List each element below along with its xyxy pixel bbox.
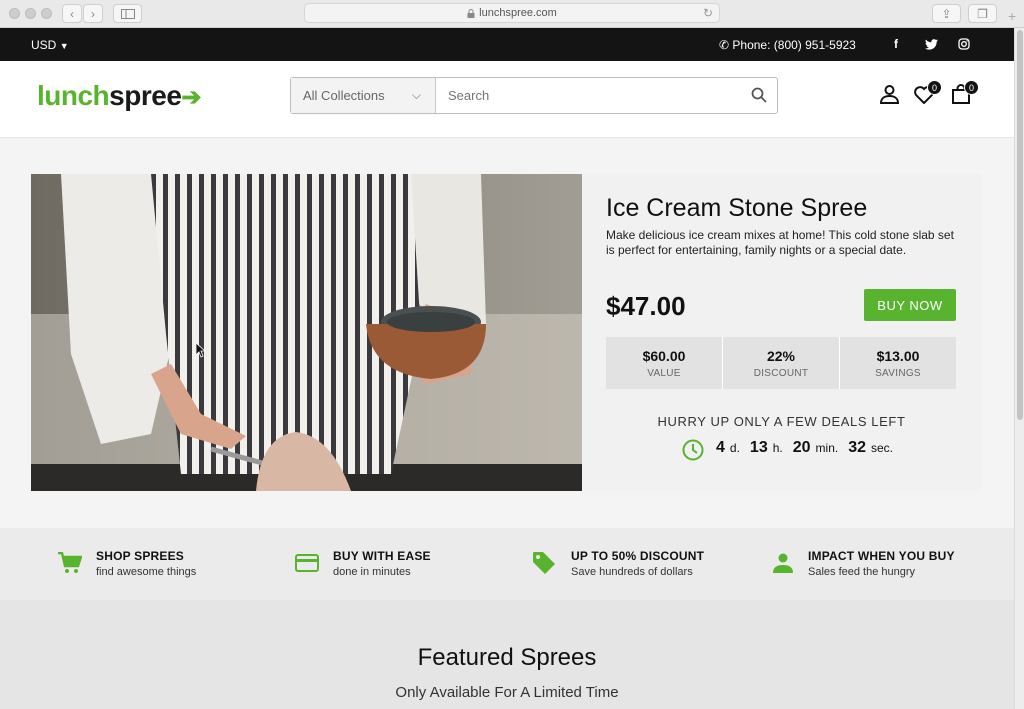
feature-buy-with-ease: BUY WITH EASE done in minutes — [333, 549, 431, 578]
tabs-button[interactable]: ❐ — [968, 4, 997, 23]
top-bar: USD ▼ ✆ Phone: (800) 951-5923 f — [0, 28, 1014, 61]
feature-discount: UP TO 50% DISCOUNT Save hundreds of dolla… — [571, 549, 705, 578]
product-title: Ice Cream Stone Spree — [606, 194, 868, 222]
stat-savings: $13.00 SAVINGS — [875, 348, 921, 379]
share-button[interactable]: ⇪ — [932, 4, 961, 23]
cart-icon — [58, 552, 82, 573]
stat-discount: 22% DISCOUNT — [723, 337, 840, 389]
person-icon — [773, 553, 793, 573]
zoom-window-button[interactable] — [41, 8, 52, 19]
chevron-right-icon: › — [91, 6, 95, 21]
collections-dropdown[interactable]: All Collections ⌵ — [291, 78, 436, 113]
site-logo[interactable]: lunchspree➔ — [37, 80, 201, 112]
feature-shop-sprees: SHOP SPREES find awesome things — [96, 549, 197, 578]
search-bar: All Collections ⌵ — [290, 77, 778, 114]
featured-section: Featured Sprees Only Available For A Lim… — [0, 600, 1014, 709]
product-description: Make delicious ice cream mixes at home! … — [606, 228, 954, 257]
search-input[interactable] — [436, 78, 777, 113]
deal-stats: $60.00 VALUE 22% DISCOUNT $13.00 SAVINGS — [606, 337, 956, 389]
forward-button[interactable]: › — [83, 4, 103, 23]
url-text: lunchspree.com — [479, 7, 557, 19]
new-tab-icon[interactable]: + — [1008, 8, 1016, 24]
clock-icon — [682, 439, 704, 461]
sidebar-icon — [120, 8, 135, 19]
address-bar[interactable]: lunchspree.com ↻ — [304, 3, 720, 23]
facebook-icon[interactable]: f — [894, 37, 898, 51]
twitter-icon[interactable] — [925, 39, 938, 50]
currency-selector[interactable]: USD ▼ — [31, 38, 69, 52]
product-price: $47.00 — [606, 291, 686, 321]
stat-value: $60.00 VALUE — [606, 337, 723, 389]
featured-title: Featured Sprees — [417, 644, 597, 671]
instagram-icon[interactable] — [958, 38, 970, 50]
reload-icon[interactable]: ↻ — [703, 6, 713, 20]
minimize-window-button[interactable] — [25, 8, 36, 19]
credit-card-icon — [295, 554, 319, 572]
product-image — [31, 174, 582, 491]
tag-icon — [533, 552, 555, 574]
mouse-cursor-icon — [196, 343, 206, 358]
buy-now-button[interactable]: BUY NOW — [864, 289, 956, 321]
lock-icon — [467, 8, 475, 18]
cart-count-badge: 0 — [964, 80, 979, 95]
browser-toolbar: ‹ › lunchspree.com ↻ ⇪ ❐ + — [0, 0, 1024, 28]
features-strip: SHOP SPREES find awesome things BUY WITH … — [0, 528, 1014, 600]
chevron-down-icon: ⌵ — [411, 88, 421, 102]
tabs-icon: ❐ — [977, 6, 988, 21]
back-button[interactable]: ‹ — [62, 4, 82, 23]
caret-down-icon: ▼ — [59, 41, 69, 51]
wishlist-count-badge: 0 — [927, 80, 942, 95]
site-header: lunchspree➔ All Collections ⌵ 0 0 — [0, 61, 1014, 138]
arrow-right-icon: ➔ — [181, 84, 201, 111]
phone-link[interactable]: ✆ Phone: (800) 951-5923 — [719, 38, 856, 52]
page-scrollbar[interactable] — [1014, 28, 1024, 709]
account-icon[interactable] — [880, 85, 899, 104]
feature-impact: IMPACT WHEN YOU BUY Sales feed the hungry — [808, 549, 955, 578]
hurry-notice: HURRY UP ONLY A FEW DEALS LEFT — [657, 414, 906, 429]
countdown-timer: 4 d. 13 h. 20 min. 32 sec. — [682, 439, 893, 461]
scrollbar-thumb[interactable] — [1017, 30, 1023, 420]
sidebar-toggle-button[interactable] — [113, 4, 142, 23]
product-panel: Ice Cream Stone Spree Make delicious ice… — [582, 174, 981, 491]
search-icon[interactable] — [751, 87, 767, 103]
featured-subtitle: Only Available For A Limited Time — [395, 684, 619, 701]
share-icon: ⇪ — [941, 6, 952, 21]
phone-icon: ✆ — [719, 38, 730, 52]
close-window-button[interactable] — [9, 8, 20, 19]
chevron-left-icon: ‹ — [70, 6, 74, 21]
